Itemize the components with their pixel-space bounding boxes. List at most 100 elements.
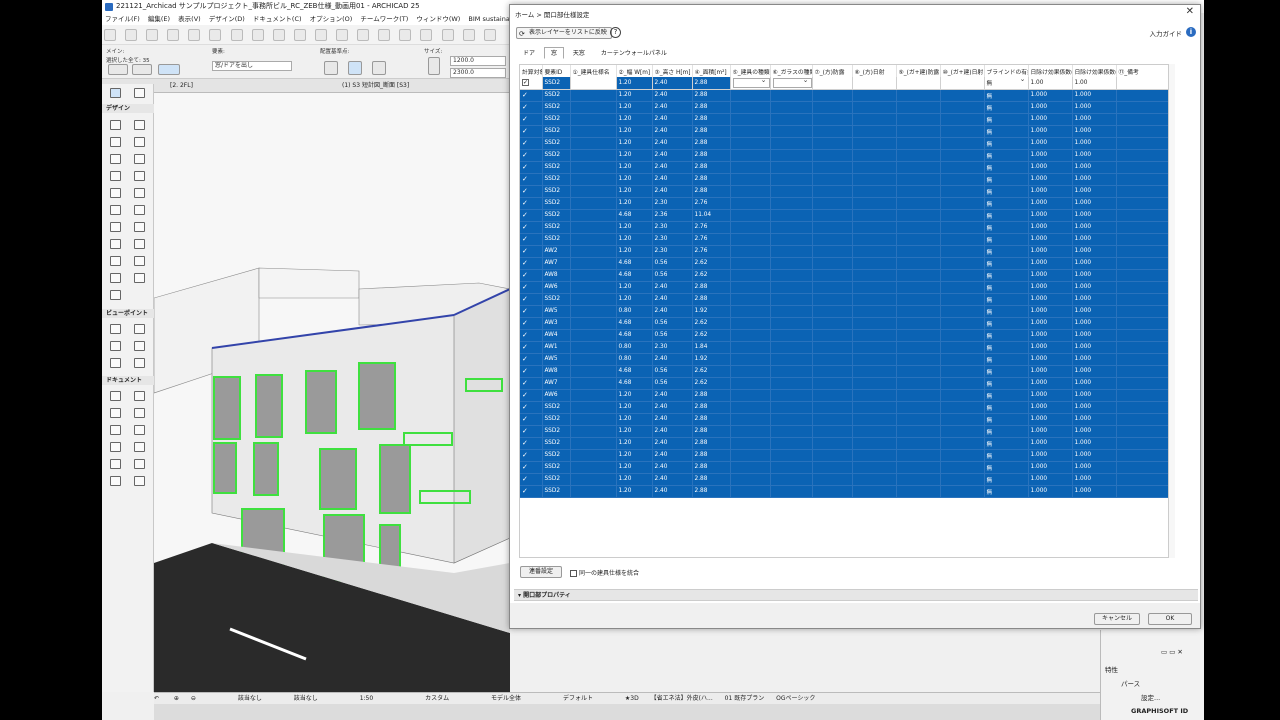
arc-tool-icon[interactable] xyxy=(110,442,121,452)
cell-height[interactable]: 0.56 xyxy=(652,257,693,270)
spline-tool-icon[interactable] xyxy=(110,459,121,469)
cell-element-id[interactable]: AW2 xyxy=(542,245,571,258)
cell-glass-type[interactable] xyxy=(770,113,813,126)
sequence-setting-button[interactable]: 連番設定 xyxy=(520,566,562,578)
cell-glass-type[interactable] xyxy=(770,425,813,438)
row-check[interactable]: ✓ xyxy=(520,473,543,486)
cell-remarks[interactable] xyxy=(1116,425,1168,438)
status-pen-set[interactable]: 該当なし xyxy=(294,693,318,704)
cell-blind[interactable]: 無 xyxy=(984,149,1029,162)
cell-dew[interactable] xyxy=(812,401,853,414)
cell-shade-heating[interactable]: 1.000 xyxy=(1072,437,1117,450)
cell-remarks[interactable] xyxy=(1116,185,1168,198)
cell-width[interactable]: 1.20 xyxy=(616,281,653,294)
cell-shade-cooling[interactable]: 1.000 xyxy=(1028,437,1073,450)
cell-shade-heating[interactable]: 1.000 xyxy=(1072,221,1117,234)
cell-height[interactable]: 2.40 xyxy=(652,413,693,426)
lamp-tool-icon[interactable] xyxy=(110,256,121,266)
cell-shade-heating[interactable]: 1.000 xyxy=(1072,401,1117,414)
row-check[interactable]: ✓ xyxy=(520,377,543,390)
status-energy-filter[interactable]: 【省エネ法】外皮(ハ... xyxy=(651,693,713,704)
tab-section-s3[interactable]: (1) S3 短計図_断面 [S3] xyxy=(342,79,409,93)
cell-spec-name[interactable] xyxy=(570,317,617,330)
table-row[interactable]: ✓ SSD2 1.20 2.40 2.88 無 1.000 1.000 xyxy=(520,185,1168,198)
size-lock-icon[interactable] xyxy=(428,57,440,75)
cell-dew[interactable] xyxy=(812,89,853,102)
table-row[interactable]: ✓ SSD2 1.20 2.40 2.88 無 1.000 1.000 xyxy=(520,89,1168,102)
row-check[interactable]: ✓ xyxy=(520,113,543,126)
cell-area[interactable]: 1.84 xyxy=(692,341,731,354)
column-tool-icon[interactable] xyxy=(134,120,145,130)
row-check[interactable]: ✓ xyxy=(520,245,543,258)
cell-area[interactable]: 1.92 xyxy=(692,353,731,366)
cell-gf-dew[interactable] xyxy=(896,449,941,462)
cell-height[interactable]: 2.40 xyxy=(652,281,693,294)
row-check[interactable]: ✓ xyxy=(520,437,543,450)
cell-gf-dew[interactable] xyxy=(896,485,941,498)
cell-gf-dew[interactable] xyxy=(896,197,941,210)
cell-area[interactable]: 2.88 xyxy=(692,101,731,114)
cell-fitting-type[interactable] xyxy=(730,269,771,282)
cell-solar[interactable] xyxy=(852,137,897,150)
cell-shade-cooling[interactable]: 1.000 xyxy=(1028,173,1073,186)
cell-gf-solar[interactable] xyxy=(940,173,985,186)
cell-solar[interactable] xyxy=(852,269,897,282)
row-check[interactable]: ✓ xyxy=(520,317,543,330)
cell-shade-cooling[interactable]: 1.000 xyxy=(1028,197,1073,210)
worksheet-tool-icon[interactable] xyxy=(134,341,145,351)
cell-height[interactable]: 2.40 xyxy=(652,389,693,402)
cell-glass-type[interactable] xyxy=(770,365,813,378)
cell-blind[interactable]: 無 xyxy=(984,209,1029,222)
cell-dew[interactable] xyxy=(812,389,853,402)
cell-glass-type[interactable] xyxy=(770,485,813,498)
cell-solar[interactable] xyxy=(852,461,897,474)
info-icon[interactable]: i xyxy=(1186,27,1196,37)
cell-shade-cooling[interactable]: 1.000 xyxy=(1028,245,1073,258)
cell-gf-solar[interactable] xyxy=(940,485,985,498)
cell-element-id[interactable]: AW7 xyxy=(542,377,571,390)
col-shade-heating[interactable]: 日除け効果係数(暖) xyxy=(1072,65,1117,77)
cell-width[interactable]: 1.20 xyxy=(616,185,653,198)
teamwork-icon[interactable] xyxy=(420,29,433,41)
cell-glass-type[interactable] xyxy=(770,401,813,414)
cell-shade-cooling[interactable]: 1.000 xyxy=(1028,233,1073,246)
arrow-tool-icon[interactable] xyxy=(110,88,121,98)
cell-remarks[interactable] xyxy=(1116,233,1168,246)
cell-fitting-type[interactable] xyxy=(730,293,771,306)
cell-area[interactable]: 2.76 xyxy=(692,221,731,234)
cell-glass-type[interactable] xyxy=(770,101,813,114)
col-solar[interactable]: ⑧_(方)日射 xyxy=(852,65,897,77)
cell-remarks[interactable] xyxy=(1116,209,1168,222)
cell-width[interactable]: 1.20 xyxy=(616,485,653,498)
cell-solar[interactable] xyxy=(852,413,897,426)
interior-elevation-tool-icon[interactable] xyxy=(110,341,121,351)
tab-skylight[interactable]: 天窓 xyxy=(566,47,592,59)
cell-spec-name[interactable] xyxy=(570,377,617,390)
cell-shade-heating[interactable]: 1.000 xyxy=(1072,317,1117,330)
cell-shade-cooling[interactable]: 1.000 xyxy=(1028,149,1073,162)
toolbox-document-section[interactable]: ドキュメント xyxy=(102,376,154,385)
cell-solar[interactable] xyxy=(852,341,897,354)
cell-area[interactable]: 2.62 xyxy=(692,317,731,330)
table-row[interactable]: ✓ AW1 0.80 2.30 1.84 無 1.000 1.000 xyxy=(520,341,1168,354)
cell-glass-type[interactable] xyxy=(770,269,813,282)
cell-blind[interactable]: 無 xyxy=(984,341,1029,354)
cell-width[interactable]: 1.20 xyxy=(616,449,653,462)
cell-solar[interactable] xyxy=(852,89,897,102)
cell-dew[interactable] xyxy=(812,125,853,138)
cell-glass-type[interactable] xyxy=(770,473,813,486)
cell-solar[interactable] xyxy=(852,485,897,498)
cell-gf-solar[interactable] xyxy=(940,293,985,306)
cell-height[interactable]: 2.40 xyxy=(652,137,693,150)
cell-blind[interactable]: 無 xyxy=(984,245,1029,258)
cell-gf-dew[interactable] xyxy=(896,113,941,126)
tab-door[interactable]: ドア xyxy=(516,47,542,59)
cell-height[interactable]: 2.40 xyxy=(652,485,693,498)
cell-height[interactable]: 2.30 xyxy=(652,245,693,258)
cell-spec-name[interactable] xyxy=(570,485,617,498)
cell-gf-dew[interactable] xyxy=(896,473,941,486)
table-row[interactable]: ✓ AW8 4.68 0.56 2.62 無 1.000 1.000 xyxy=(520,269,1168,282)
cell-fitting-type[interactable] xyxy=(730,353,771,366)
cell-remarks[interactable] xyxy=(1116,461,1168,474)
object-tool-icon[interactable] xyxy=(110,222,121,232)
